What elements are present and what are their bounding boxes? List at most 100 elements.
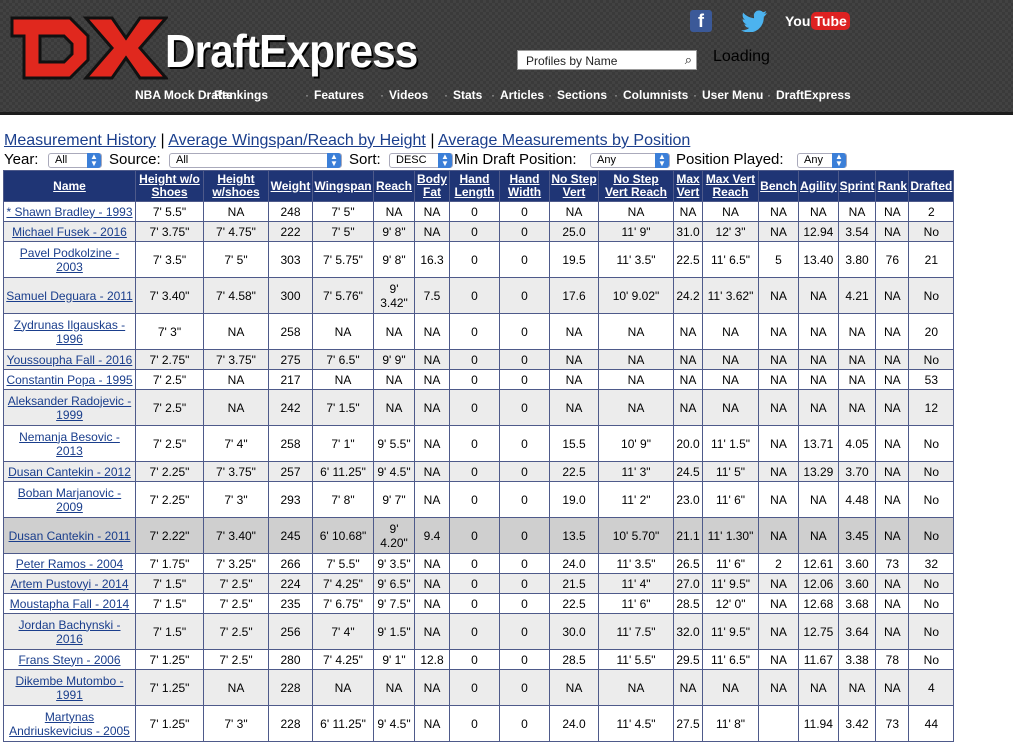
table-cell: 10' 5.70" <box>599 518 673 553</box>
table-cell: 300 <box>269 278 312 313</box>
table-cell: 9' 8" <box>374 222 414 241</box>
nav-item[interactable]: DraftExpress <box>776 88 851 102</box>
avg-measurements-position-link[interactable]: Average Measurements by Position <box>438 132 690 149</box>
column-header[interactable]: Bench <box>759 171 798 201</box>
column-header[interactable]: No Step Vert <box>550 171 598 201</box>
table-row[interactable]: Michael Fusek - 2016 7' 3.75" 7' 4.75" 222 7… <box>4 222 954 241</box>
player-name-link[interactable]: * Shawn Bradley - 1993 <box>4 202 135 221</box>
table-cell: 9' 5.5" <box>374 426 414 461</box>
player-name-link[interactable]: Youssoupha Fall - 2016 <box>4 350 135 369</box>
table-cell: 245 <box>269 518 312 553</box>
table-cell: 0 <box>500 650 549 669</box>
player-name-link[interactable]: Peter Ramos - 2004 <box>4 554 135 573</box>
position-played-select[interactable]: Any ▲ ▼ <box>797 153 847 168</box>
column-header[interactable]: Reach <box>374 171 414 201</box>
table-cell: 2 <box>759 554 798 573</box>
nav-item[interactable]: Videos <box>389 88 428 102</box>
player-name-link[interactable]: Boban Marjanovic -2009 <box>4 482 135 517</box>
table-row[interactable]: Boban Marjanovic -2009 7' 2.25" 7' 3" 293 7'… <box>4 482 954 517</box>
column-header[interactable]: Weight <box>269 171 312 201</box>
table-cell: No <box>909 614 954 649</box>
nav-item[interactable]: Features <box>314 88 364 102</box>
player-name-link[interactable]: Samuel Deguara - 2011 <box>4 278 135 313</box>
table-row[interactable]: Dusan Cantekin - 2012 7' 2.25" 7' 3.75" 257… <box>4 462 954 481</box>
facebook-icon[interactable]: f <box>690 10 712 32</box>
table-row[interactable]: Martynas Andriuskevicius - 2005 7' 1.25" 7'… <box>4 706 954 741</box>
table-row[interactable]: Dusan Cantekin - 2011 7' 2.22" 7' 3.40" 245… <box>4 518 954 553</box>
player-name-link[interactable]: Dikembe Mutombo -1991 <box>4 670 135 705</box>
table-cell: 10' 9.02" <box>599 278 673 313</box>
nav-separator: · <box>767 88 771 102</box>
avg-wingspan-reach-link[interactable]: Average Wingspan/Reach by Height <box>168 132 426 149</box>
table-cell: 7' 3.5" <box>136 242 203 277</box>
player-name-link[interactable]: Jordan Bachynski -2016 <box>4 614 135 649</box>
table-cell: 3.45 <box>838 518 876 553</box>
column-header[interactable]: No Step Vert Reach <box>599 171 673 201</box>
column-header[interactable]: Height w/shoes <box>204 171 268 201</box>
player-name-link[interactable]: Zydrunas Ilgauskas -1996 <box>4 314 135 349</box>
nav-separator: · <box>548 88 552 102</box>
player-name-link[interactable]: Aleksander Radojevic -1999 <box>4 390 135 425</box>
column-header[interactable]: Height w/o Shoes <box>136 171 203 201</box>
column-header[interactable]: Rank <box>876 171 909 201</box>
column-header[interactable]: Agility <box>799 171 838 201</box>
nav-item[interactable]: Stats <box>453 88 482 102</box>
player-name-link[interactable]: Martynas Andriuskevicius - 2005 <box>4 706 135 741</box>
table-row[interactable]: Zydrunas Ilgauskas -1996 7' 3" NA 258 NA NA NA… <box>4 314 954 349</box>
twitter-icon[interactable] <box>740 10 768 32</box>
table-row[interactable]: Nemanja Besovic -2013 7' 2.5" 7' 4" 258 7' 1… <box>4 426 954 461</box>
player-name-link[interactable]: Artem Pustovyi - 2014 <box>4 574 135 593</box>
player-name-link[interactable]: Moustapha Fall - 2014 <box>4 594 135 613</box>
year-select[interactable]: All ▲ ▼ <box>48 153 102 168</box>
nav-item[interactable]: Columnists <box>623 88 688 102</box>
column-header[interactable]: Body Fat <box>415 171 449 201</box>
player-name-link[interactable]: Constantin Popa - 1995 <box>4 370 135 389</box>
table-row[interactable]: Youssoupha Fall - 2016 7' 2.75" 7' 3.75" 27… <box>4 350 954 369</box>
player-name-link[interactable]: Frans Steyn - 2006 <box>4 650 135 669</box>
column-header[interactable]: Hand Width <box>500 171 549 201</box>
table-row[interactable]: Aleksander Radojevic -1999 7' 2.5" NA 242 7'… <box>4 390 954 425</box>
player-name-link[interactable]: Dusan Cantekin - 2012 <box>4 462 135 481</box>
table-cell: 78 <box>876 650 909 669</box>
table-row[interactable]: Artem Pustovyi - 2014 7' 1.5" 7' 2.5" 224 7'… <box>4 574 954 593</box>
youtube-icon[interactable]: You Tube <box>785 10 850 32</box>
measurement-history-link[interactable]: Measurement History <box>4 132 156 149</box>
table-row[interactable]: Pavel Podkolzine -2003 7' 3.5" 7' 5" 303 7' … <box>4 242 954 277</box>
nav-item[interactable]: Articles <box>500 88 544 102</box>
table-cell: 266 <box>269 554 312 573</box>
sort-select[interactable]: DESC ▲ ▼ <box>389 153 453 168</box>
player-name-link[interactable]: Pavel Podkolzine -2003 <box>4 242 135 277</box>
column-header[interactable]: Max Vert <box>674 171 702 201</box>
draftexpress-logo-icon[interactable] <box>8 8 168 86</box>
table-row[interactable]: Samuel Deguara - 2011 7' 3.40" 7' 4.58" 300… <box>4 278 954 313</box>
profile-search-input[interactable] <box>524 52 678 70</box>
source-select[interactable]: All ▲ ▼ <box>169 153 342 168</box>
table-row[interactable]: * Shawn Bradley - 1993 7' 5.5" NA 248 7' 5" N… <box>4 202 954 221</box>
table-row[interactable]: Constantin Popa - 1995 7' 2.5" NA 217 NA NA NA… <box>4 370 954 389</box>
column-header[interactable]: Max Vert Reach <box>703 171 758 201</box>
min-draft-position-select[interactable]: Any ▲ ▼ <box>590 153 670 168</box>
column-header[interactable]: Drafted <box>909 171 954 201</box>
player-name-link[interactable]: Dusan Cantekin - 2011 <box>4 518 135 553</box>
search-icon[interactable]: ⌕ <box>685 52 692 68</box>
table-row[interactable]: Dikembe Mutombo -1991 7' 1.25" NA 228 NA NA NA… <box>4 670 954 705</box>
column-header[interactable]: Sprint <box>838 171 876 201</box>
table-cell: NA <box>204 370 268 389</box>
column-header[interactable]: Wingspan <box>313 171 373 201</box>
player-name-link[interactable]: Nemanja Besovic -2013 <box>4 426 135 461</box>
table-cell: 7' 2.5" <box>204 594 268 613</box>
nav-item[interactable]: Rankings <box>214 88 268 102</box>
nav-item[interactable]: User Menu <box>702 88 763 102</box>
table-row[interactable]: Peter Ramos - 2004 7' 1.75" 7' 3.25" 266 7' … <box>4 554 954 573</box>
site-title[interactable]: DraftExpress <box>165 24 418 78</box>
column-header[interactable]: Hand Length <box>450 171 499 201</box>
player-name-link[interactable]: Michael Fusek - 2016 <box>4 222 135 241</box>
table-row[interactable]: Jordan Bachynski -2016 7' 1.5" 7' 2.5" 256 7… <box>4 614 954 649</box>
nav-item[interactable]: Sections <box>557 88 607 102</box>
table-cell: NA <box>759 482 798 517</box>
column-header[interactable]: Name <box>4 171 135 201</box>
table-cell: 3.60 <box>838 554 876 573</box>
table-cell: NA <box>838 350 876 369</box>
table-row[interactable]: Moustapha Fall - 2014 7' 1.5" 7' 2.5" 235 7'… <box>4 594 954 613</box>
table-row[interactable]: Frans Steyn - 2006 7' 1.25" 7' 2.5" 280 7' 4… <box>4 650 954 669</box>
